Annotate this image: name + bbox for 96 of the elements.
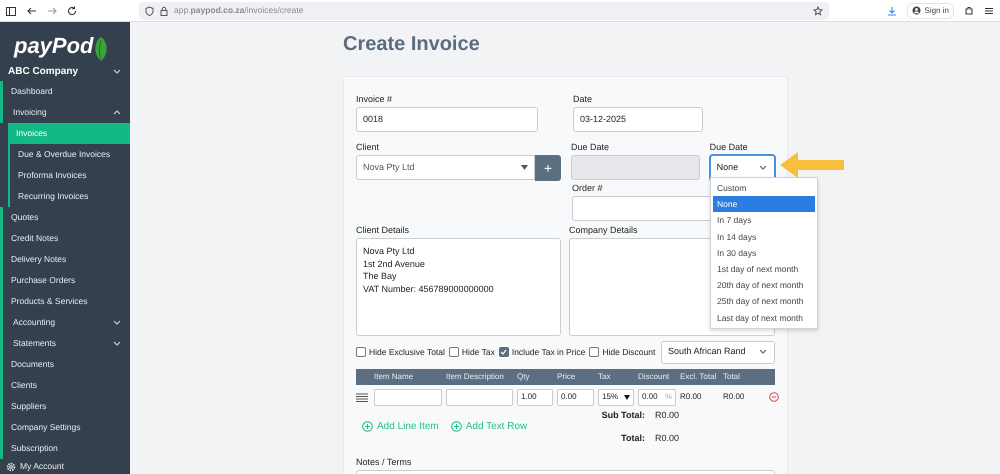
field-label: Client (356, 141, 380, 153)
discount-field[interactable]: 0.00 % (638, 388, 676, 406)
dropdown-option[interactable]: In 7 days (713, 212, 815, 229)
account-icon (912, 6, 921, 15)
sidebar-item[interactable]: Delivery Notes (0, 249, 130, 270)
client-details-field[interactable]: Nova Pty Ltd 1st 2nd Avenue The Bay VAT Number: 456789000000000 (356, 238, 561, 336)
column-header: Discount (638, 371, 670, 383)
client-select[interactable]: Nova Pty Ltd (356, 155, 535, 180)
quantity-field[interactable]: 1.00 (517, 388, 553, 406)
sidebar-subitem[interactable]: Proforma Invoices (8, 165, 130, 186)
field-label: Notes / Terms (356, 456, 412, 468)
sidebar-item[interactable]: Products & Services (0, 291, 130, 312)
sidebar-item[interactable]: Suppliers (0, 396, 130, 417)
table-cell-text: R0.00 (723, 391, 746, 403)
url-text: app.paypod.co.za/invoices/create (174, 4, 304, 17)
download-icon[interactable] (886, 6, 897, 16)
tax-select[interactable]: 15% (598, 388, 634, 406)
sidebar-item[interactable]: Documents (0, 354, 130, 375)
arrow-icon (780, 152, 844, 178)
invoice-number-field[interactable]: 0018 (356, 107, 538, 132)
drag-handle-icon[interactable] (356, 392, 368, 402)
menu-icon[interactable] (984, 6, 994, 16)
checkbox-option[interactable]: Include Tax in Price (498, 346, 586, 358)
sidebar-group[interactable]: Statements (0, 333, 130, 354)
sidebar-item[interactable]: Credit Notes (0, 228, 130, 249)
field-label: Due Date (570, 141, 609, 153)
caret-icon (520, 165, 528, 170)
extensions-icon[interactable] (964, 6, 974, 16)
reload-icon[interactable] (67, 6, 77, 16)
total-label: Sub Total: (600, 409, 646, 421)
field-label: Invoice # (356, 93, 392, 105)
sidebar-item[interactable]: Company Settings (0, 417, 130, 438)
back-icon[interactable] (27, 6, 37, 16)
sign-in-button[interactable]: Sign in (906, 2, 954, 18)
company-selector[interactable]: ABC Company (0, 62, 130, 81)
sidebar-item[interactable]: Dashboard (0, 81, 130, 102)
checkbox-option[interactable]: Hide Exclusive Total (356, 346, 445, 358)
total-value: R0.00 (655, 409, 680, 421)
lock-icon (160, 6, 168, 16)
column-header: Total (723, 371, 741, 383)
column-header: Item Name (374, 371, 414, 383)
shield-icon (145, 6, 154, 16)
column-header: Tax (598, 371, 612, 383)
field-label: Date (573, 93, 592, 105)
column-header: Excl. Total (680, 371, 718, 383)
dropdown-option[interactable]: In 14 days (713, 228, 815, 245)
field-label: Order # (572, 182, 603, 194)
sidebar-item[interactable]: Quotes (0, 207, 130, 228)
item-description-field[interactable] (446, 388, 513, 406)
sidebar-icon[interactable] (6, 6, 17, 16)
checkbox[interactable] (498, 347, 509, 357)
remove-icon[interactable] (769, 392, 779, 402)
field-label: Due Date (710, 141, 748, 153)
price-field[interactable]: 0.00 (557, 388, 594, 406)
total-value: R0.00 (655, 432, 680, 444)
column-header: Qty (517, 371, 530, 383)
sidebar-item[interactable]: Clients (0, 375, 130, 396)
column-header: Price (557, 371, 576, 383)
logo-text: payPod (14, 32, 94, 60)
unit-label: % (664, 391, 672, 403)
plus-circle-icon (450, 421, 462, 432)
currency-select[interactable]: South African Rand (661, 340, 775, 364)
plus-circle-icon (362, 421, 373, 432)
page-title: Create Invoice (343, 32, 481, 56)
column-header: Item Description (446, 371, 505, 383)
field-label: Company Details (569, 224, 638, 236)
forward-icon[interactable] (47, 6, 57, 16)
account-link[interactable]: My Account (6, 459, 130, 474)
dropdown-option[interactable]: 25th day of next month (713, 293, 815, 310)
checkbox[interactable] (589, 347, 600, 357)
dropdown-option[interactable]: None (713, 196, 815, 212)
dropdown-option[interactable]: Last day of next month (713, 310, 815, 326)
checkbox-option[interactable]: Hide Discount (589, 346, 656, 358)
sidebar-subitem[interactable]: Recurring Invoices (8, 186, 130, 207)
dropdown-option[interactable]: In 30 days (713, 244, 815, 261)
checkbox[interactable] (448, 347, 459, 357)
field-label: Client Details (356, 224, 410, 236)
sidebar-subitem[interactable]: Due & Overdue Invoices (8, 144, 130, 165)
star-icon[interactable] (813, 6, 823, 16)
table-cell-text: R0.00 (680, 391, 702, 403)
sidebar-item[interactable]: Subscription (0, 438, 130, 459)
checkbox-option[interactable]: Hide Tax (448, 346, 495, 358)
item-name-field[interactable] (374, 388, 442, 406)
sidebar-group[interactable]: Accounting (0, 312, 130, 333)
caret-icon (624, 394, 630, 400)
sidebar-item[interactable]: Purchase Orders (0, 270, 130, 291)
date-field[interactable]: 03-12-2025 (573, 107, 703, 132)
leaf-icon (93, 36, 110, 62)
dropdown-option[interactable]: Custom (713, 180, 815, 196)
chevron-down-icon (112, 66, 122, 76)
dropdown-option[interactable]: 1st day of next month (713, 260, 815, 278)
checkbox[interactable] (356, 347, 366, 357)
dropdown-option[interactable]: 20th day of next month (713, 277, 815, 294)
gear-icon (6, 462, 16, 472)
total-label: Total: (620, 432, 646, 444)
add-client-button[interactable]: + (534, 155, 561, 181)
